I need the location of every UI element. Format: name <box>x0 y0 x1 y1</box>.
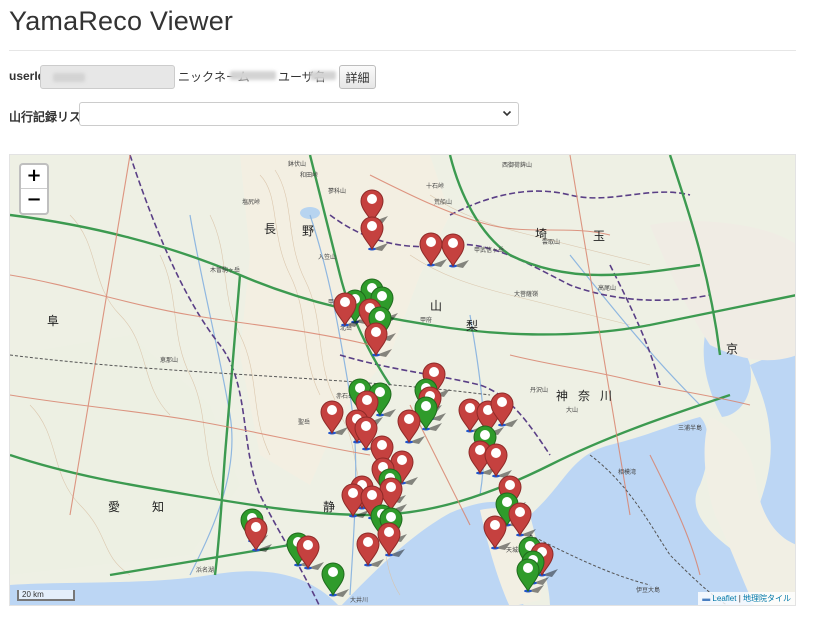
zoom-control: + − <box>19 163 49 215</box>
map-marker-pin-icon[interactable] <box>360 216 388 251</box>
map-attribution: ▬ Leaflet | 地理院タイル <box>698 592 795 605</box>
gsi-tile-link[interactable]: 地理院タイル <box>743 594 791 603</box>
map-marker-pin-icon[interactable] <box>321 562 349 597</box>
zoom-in-button[interactable]: + <box>21 165 47 189</box>
page-title: YamaReco Viewer <box>9 6 234 36</box>
viewer-page: YamaReco Viewer userId ニックネーム ユーザ名 詳細 山行… <box>0 0 825 640</box>
detail-button[interactable]: 詳細 <box>339 65 376 89</box>
map-marker-pin-icon[interactable] <box>441 233 469 268</box>
leaflet-link[interactable]: Leaflet <box>712 594 736 603</box>
map-marker-pin-icon[interactable] <box>320 400 348 435</box>
map-marker-pin-icon[interactable] <box>508 502 536 537</box>
map-markers-layer <box>240 189 558 597</box>
leaflet-flag-icon: ▬ <box>702 594 711 603</box>
redacted-userid <box>53 73 85 82</box>
scale-bar: 20 km <box>17 590 75 601</box>
map-container[interactable]: 長野埼玉山梨阜神奈川静愛知京鉢伏山 和田峠 西御荷鉾山 蓼科山 十石峠 塩尻峠 荒船山 入笠山… <box>9 154 796 606</box>
attribution-separator: | <box>738 594 741 603</box>
title-divider <box>9 50 796 51</box>
redacted-nickname <box>230 71 276 80</box>
record-list-select[interactable] <box>79 102 519 126</box>
map-marker-pin-icon[interactable] <box>244 517 272 552</box>
userid-input[interactable] <box>40 65 175 89</box>
zoom-out-button[interactable]: − <box>21 189 47 213</box>
redacted-username <box>310 71 336 80</box>
chevron-down-icon <box>502 110 512 117</box>
